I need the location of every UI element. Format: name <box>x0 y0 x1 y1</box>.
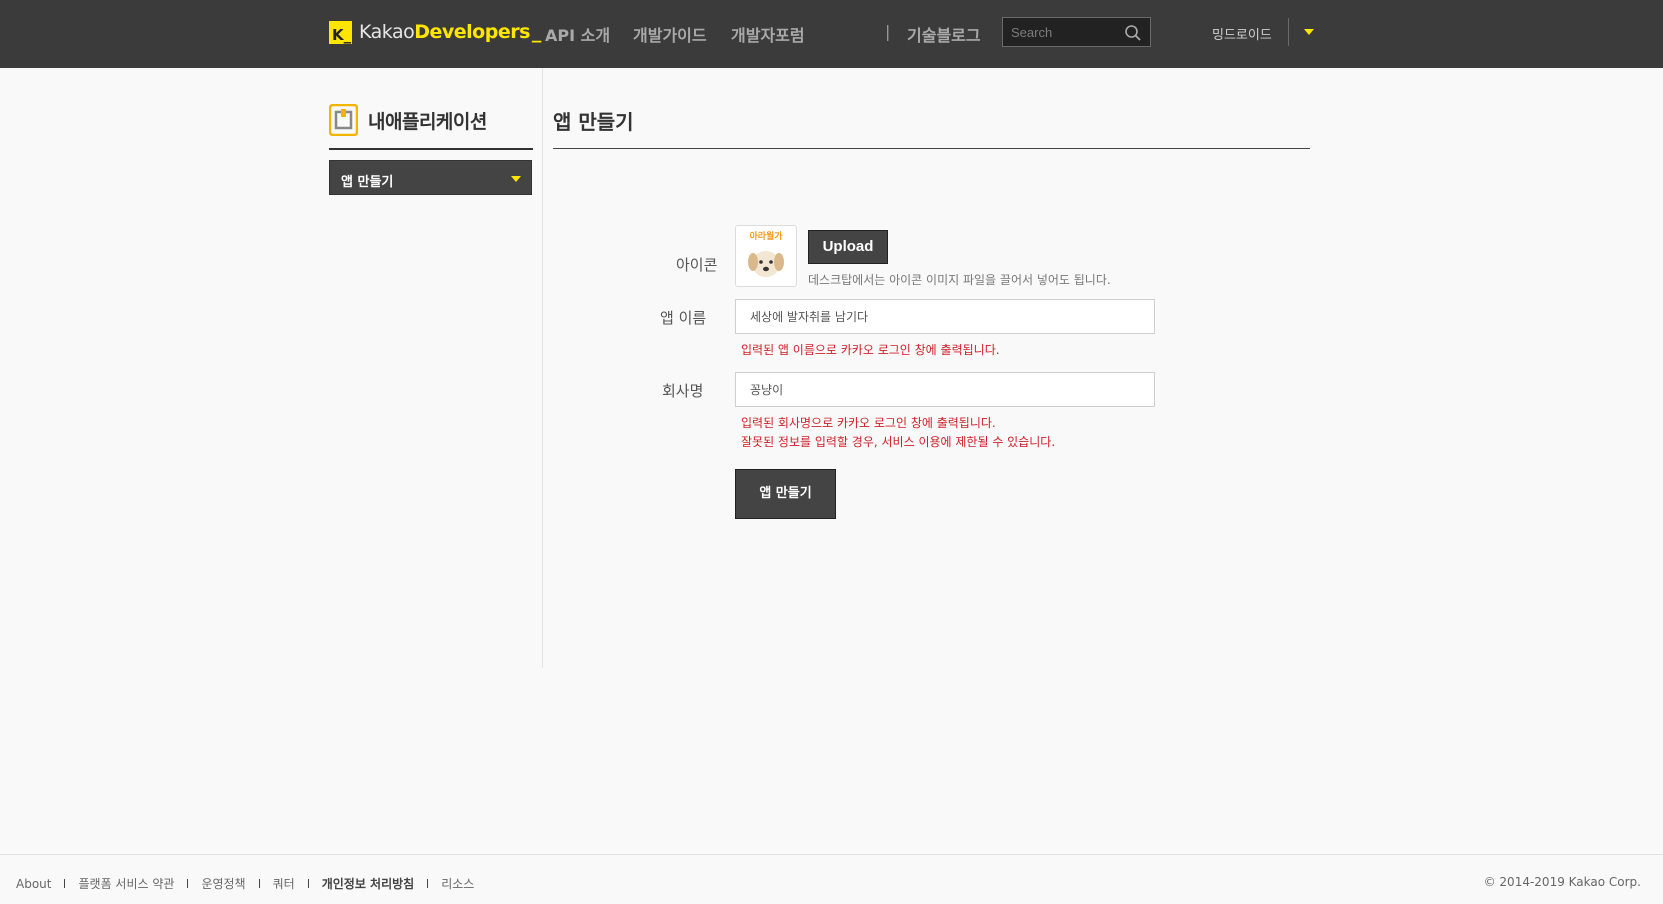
chevron-down-icon <box>511 176 521 182</box>
logo-badge: K_ <box>329 20 352 44</box>
nav-dev-guide[interactable]: 개발가이드 <box>633 22 707 46</box>
puppy-app-icon: 아라월가 <box>736 226 796 286</box>
app-icon-preview[interactable]: 아라월가 <box>735 225 797 287</box>
company-label: 회사명 <box>662 382 704 400</box>
company-field-wrap <box>735 372 1155 407</box>
svg-text:아라월가: 아라월가 <box>749 230 783 242</box>
top-header: K_ KakaoDevelopers _ API 소개 개발가이드 개발자포럼 |… <box>0 0 1663 68</box>
icon-label: 아이콘 <box>676 256 718 274</box>
footer-link-about[interactable]: About <box>16 877 51 891</box>
title-divider <box>553 148 1310 149</box>
user-name[interactable]: 밍드로이드 <box>1212 24 1272 43</box>
upload-hint: 데스크탑에서는 아이콘 이미지 파일을 끌어서 넣어도 됩니다. <box>808 273 1111 287</box>
app-name-field-wrap <box>735 299 1155 334</box>
upload-button[interactable]: Upload <box>808 230 888 264</box>
footer-divider <box>0 854 1663 855</box>
sidebar-divider <box>329 148 533 150</box>
my-apps-icon <box>328 103 359 137</box>
footer-separator <box>258 879 260 888</box>
kakao-developers-logo[interactable]: K_ KakaoDevelopers _ <box>329 20 541 44</box>
footer-link-policy[interactable]: 운영정책 <box>201 875 245 892</box>
app-name-input[interactable] <box>736 300 1154 333</box>
app-name-notice: 입력된 앱 이름으로 카카오 로그인 창에 출력됩니다. <box>741 343 1000 357</box>
app-name-label: 앱 이름 <box>660 309 707 327</box>
footer-link-resources[interactable]: 리소스 <box>441 875 474 892</box>
footer-link-privacy[interactable]: 개인정보 처리방침 <box>322 875 415 892</box>
create-app-button[interactable]: 앱 만들기 <box>735 469 836 519</box>
copyright: © 2014-2019 Kakao Corp. <box>1483 875 1641 889</box>
sidebar-title: 내애플리케이션 <box>328 103 487 137</box>
nav-dev-forum[interactable]: 개발자포럼 <box>731 22 805 46</box>
footer-links: About 플랫폼 서비스 약관 운영정책 쿼터 개인정보 처리방침 리소스 <box>16 875 474 892</box>
user-divider <box>1288 18 1289 46</box>
company-notice-2: 잘못된 정보를 입력할 경우, 서비스 이용에 제한될 수 있습니다. <box>741 435 1056 449</box>
page-title: 앱 만들기 <box>553 110 634 134</box>
sidebar-title-text: 내애플리케이션 <box>368 110 487 133</box>
sidebar-vertical-divider <box>542 68 543 668</box>
company-notice-1: 입력된 회사명으로 카카오 로그인 창에 출력됩니다. <box>741 416 996 430</box>
search-input[interactable] <box>1003 18 1118 46</box>
logo-underscore: _ <box>531 21 542 43</box>
company-input[interactable] <box>736 373 1154 406</box>
nav-separator: | <box>885 22 891 41</box>
footer-separator <box>64 879 66 888</box>
nav-api-intro[interactable]: API 소개 <box>545 22 610 46</box>
user-menu-caret-icon[interactable] <box>1304 29 1314 35</box>
footer-separator <box>307 879 309 888</box>
footer-separator <box>427 879 429 888</box>
footer-link-quota[interactable]: 쿼터 <box>273 875 295 892</box>
sidebar-app-select[interactable]: 앱 만들기 <box>329 160 532 195</box>
logo-kakao-text: Kakao <box>359 21 415 43</box>
nav-tech-blog[interactable]: 기술블로그 <box>907 22 981 46</box>
search-icon[interactable] <box>1124 24 1142 42</box>
footer-link-terms[interactable]: 플랫폼 서비스 약관 <box>78 875 174 892</box>
logo-developers-text: Developers <box>414 21 530 43</box>
sidebar-select-value: 앱 만들기 <box>341 175 394 190</box>
search-box <box>1002 17 1151 47</box>
footer-separator <box>187 879 189 888</box>
